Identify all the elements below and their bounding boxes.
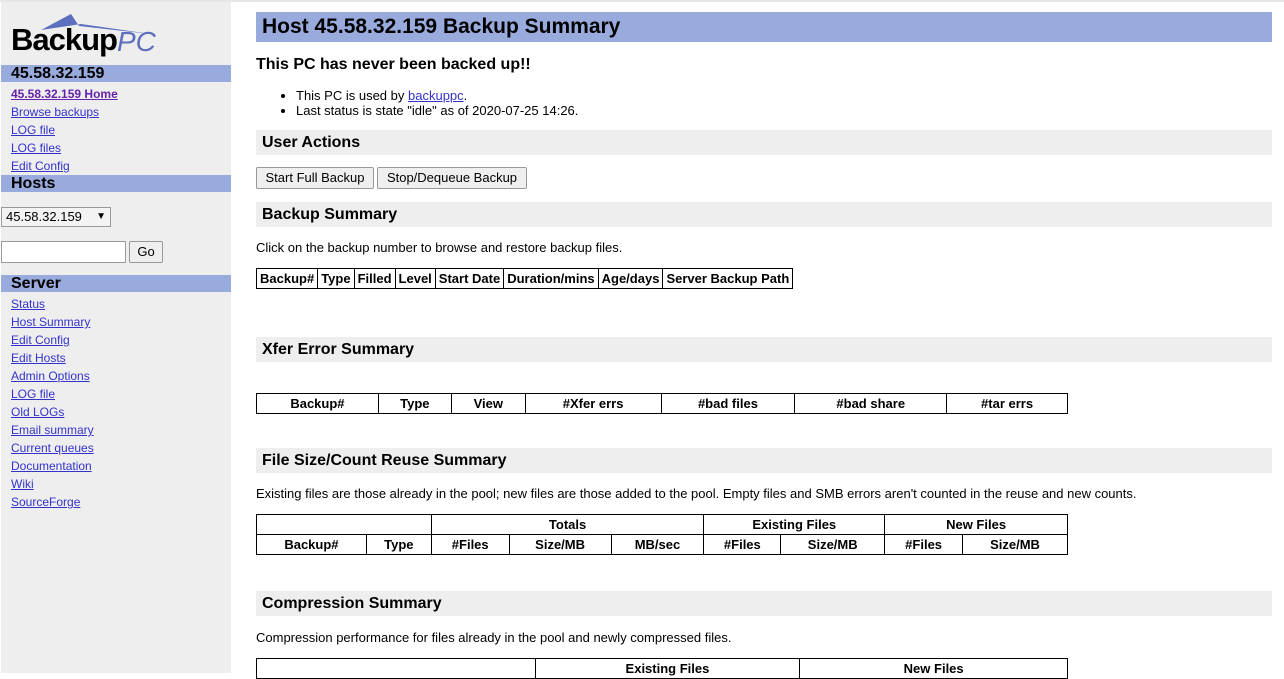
table-header-row: Backup# Type Filled Level Start Date Dur… xyxy=(255,268,794,289)
host-select[interactable]: 45.58.32.159 ▼ xyxy=(1,207,111,227)
sidebar-link-log-files[interactable]: LOG files xyxy=(11,141,61,155)
col-bad-files: #bad files xyxy=(660,393,796,414)
start-full-backup-button[interactable]: Start Full Backup xyxy=(256,167,374,189)
sidebar-link-current-queues[interactable]: Current queues xyxy=(11,441,94,455)
backup-summary-heading: Backup Summary xyxy=(256,202,1272,227)
user-link[interactable]: backuppc xyxy=(408,88,464,103)
page-title: Host 45.58.32.159 Backup Summary xyxy=(256,12,1272,42)
compression-table: Existing Files New Files xyxy=(256,658,1068,679)
file-size-heading: File Size/Count Reuse Summary xyxy=(256,448,1272,473)
sidebar-link-wiki[interactable]: Wiki xyxy=(11,477,34,491)
group-existing-files: Existing Files xyxy=(534,658,801,679)
sidebar-link-admin-options[interactable]: Admin Options xyxy=(11,369,90,383)
col-backup-num: Backup# xyxy=(256,393,379,414)
table-header-row: Backup# Type #Files Size/MB MB/sec #File… xyxy=(256,534,1068,555)
logo-pc-text: PC xyxy=(117,26,156,57)
sidebar-link-documentation[interactable]: Documentation xyxy=(11,459,92,473)
col-type: Type xyxy=(317,268,355,289)
col-backup-num: Backup# xyxy=(256,534,367,555)
xfer-error-heading: Xfer Error Summary xyxy=(256,337,1272,362)
col-type: Type xyxy=(377,393,452,414)
table-group-row: Totals Existing Files New Files xyxy=(256,514,1068,535)
sidebar-link-sourceforge[interactable]: SourceForge xyxy=(11,495,80,509)
col-totals-mbsec: MB/sec xyxy=(610,534,705,555)
host-header: 45.58.32.159 xyxy=(1,65,231,82)
col-totals-files: #Files xyxy=(430,534,510,555)
sidebar: Backup PC 45.58.32.159 45.58.32.159 Home… xyxy=(1,2,231,673)
compression-desc: Compression performance for files alread… xyxy=(256,630,732,645)
file-size-table: Totals Existing Files New Files Backup# … xyxy=(256,514,1068,555)
backuppc-logo[interactable]: Backup PC xyxy=(11,12,156,58)
chevron-down-icon: ▼ xyxy=(96,211,106,222)
sidebar-link-email-summary[interactable]: Email summary xyxy=(11,423,94,437)
backup-summary-table: Backup# Type Filled Level Start Date Dur… xyxy=(255,268,794,289)
col-new-files: #Files xyxy=(884,534,964,555)
group-new-files: New Files xyxy=(884,514,1068,535)
stop-dequeue-backup-button[interactable]: Stop/Dequeue Backup xyxy=(377,167,527,189)
table-group-row: Existing Files New Files xyxy=(256,658,1068,679)
sidebar-link-server-edit-config[interactable]: Edit Config xyxy=(11,333,70,347)
col-age: Age/days xyxy=(597,268,664,289)
compression-heading: Compression Summary xyxy=(256,591,1272,616)
user-actions-heading: User Actions xyxy=(256,130,1272,155)
col-existing-files: #Files xyxy=(703,534,782,555)
sidebar-link-edit-hosts[interactable]: Edit Hosts xyxy=(11,351,66,365)
never-backed-up-notice: This PC has never been backed up!! xyxy=(256,56,531,73)
col-filled: Filled xyxy=(353,268,396,289)
sidebar-link-edit-config[interactable]: Edit Config xyxy=(11,159,70,173)
xfer-error-table: Backup# Type View #Xfer errs #bad files … xyxy=(256,393,1068,414)
col-type: Type xyxy=(365,534,432,555)
info-status: Last status is state "idle" as of 2020-0… xyxy=(296,103,578,118)
hosts-header: Hosts xyxy=(1,175,231,192)
col-existing-size: Size/MB xyxy=(780,534,886,555)
logo-text: Backup xyxy=(11,22,118,57)
col-tar-errs: #tar errs xyxy=(946,393,1068,414)
col-view: View xyxy=(450,393,526,414)
col-server-path: Server Backup Path xyxy=(662,268,794,289)
go-button[interactable]: Go xyxy=(129,241,163,263)
info-used-by-suffix: . xyxy=(463,88,468,103)
backup-summary-desc: Click on the backup number to browse and… xyxy=(256,240,623,255)
col-duration: Duration/mins xyxy=(503,268,599,289)
col-level: Level xyxy=(394,268,436,289)
host-search-input[interactable] xyxy=(1,241,126,263)
group-existing-files: Existing Files xyxy=(703,514,886,535)
col-totals-size: Size/MB xyxy=(508,534,612,555)
info-used-by-prefix: This PC is used by xyxy=(296,88,408,103)
group-empty xyxy=(256,514,432,535)
table-header-row: Backup# Type View #Xfer errs #bad files … xyxy=(256,393,1068,414)
col-xfer-errs: #Xfer errs xyxy=(524,393,662,414)
host-info-list: This PC is used by backuppc. Last status… xyxy=(256,88,578,118)
col-backup-num: Backup# xyxy=(255,268,319,289)
sidebar-link-server-log-file[interactable]: LOG file xyxy=(11,387,55,401)
sidebar-link-status[interactable]: Status xyxy=(11,297,45,311)
server-header: Server xyxy=(1,275,231,292)
sidebar-link-old-logs[interactable]: Old LOGs xyxy=(11,405,64,419)
sidebar-link-browse-backups[interactable]: Browse backups xyxy=(11,105,99,119)
host-select-value: 45.58.32.159 xyxy=(6,209,82,224)
sidebar-link-log-file[interactable]: LOG file xyxy=(11,123,55,137)
group-totals: Totals xyxy=(430,514,705,535)
group-new-files: New Files xyxy=(799,658,1068,679)
col-new-size: Size/MB xyxy=(962,534,1068,555)
sidebar-link-host-home[interactable]: 45.58.32.159 Home xyxy=(11,87,118,101)
info-used-by: This PC is used by backuppc. xyxy=(296,88,578,103)
group-empty xyxy=(256,658,536,679)
col-start-date: Start Date xyxy=(434,268,505,289)
sidebar-link-host-summary[interactable]: Host Summary xyxy=(11,315,90,329)
col-bad-share: #bad share xyxy=(794,393,948,414)
file-size-desc: Existing files are those already in the … xyxy=(256,486,1137,501)
